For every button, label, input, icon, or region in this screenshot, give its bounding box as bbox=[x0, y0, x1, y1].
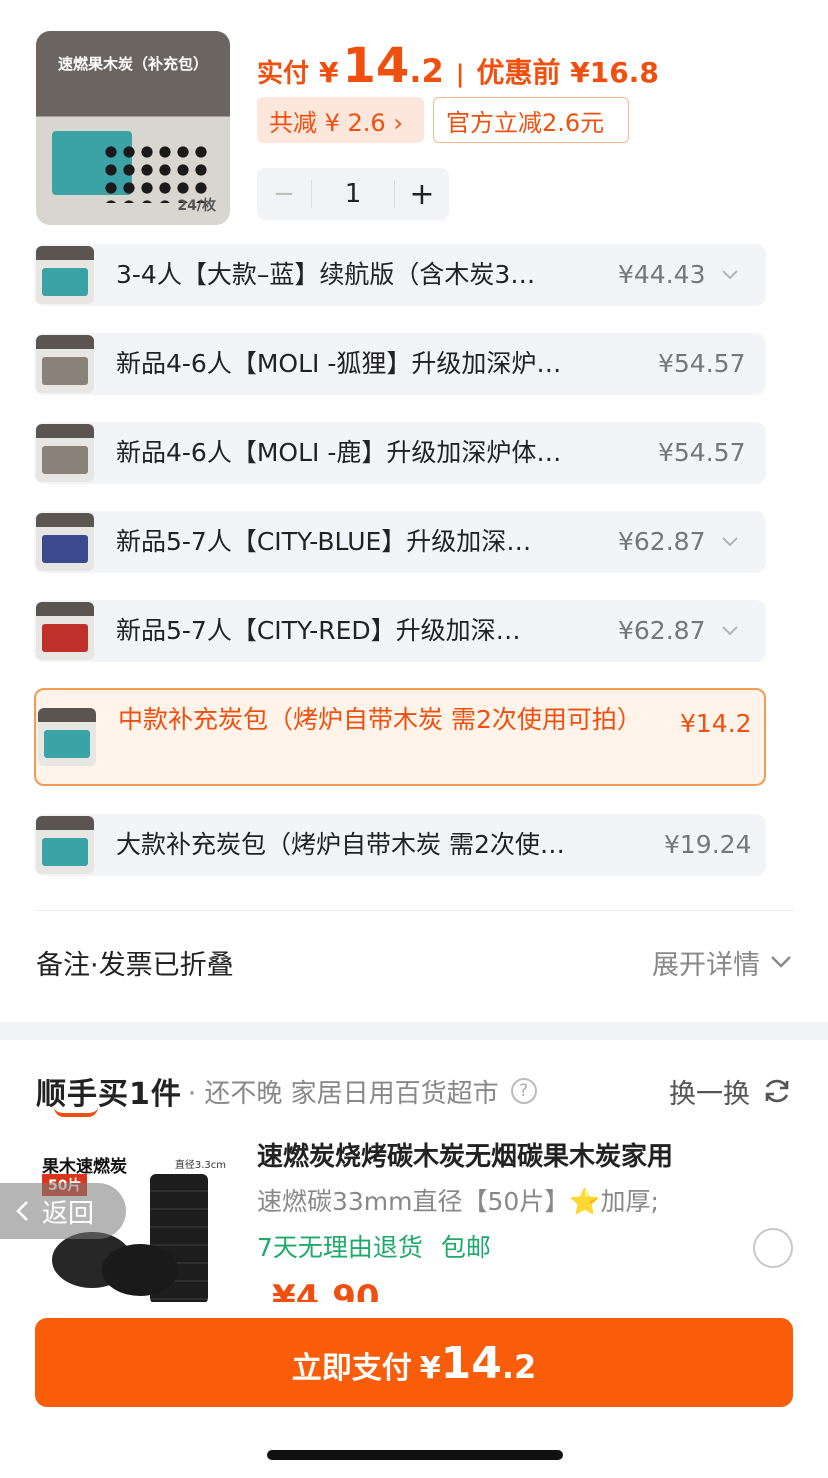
variant-price: ¥19.24 bbox=[664, 830, 752, 859]
back-button[interactable]: 返回 bbox=[0, 1183, 126, 1239]
pay-now-label: 立即支付 bbox=[291, 1351, 412, 1386]
variant-thumbnail bbox=[36, 816, 94, 874]
price-decimal: .2 bbox=[409, 52, 444, 90]
pay-price-integer: 14 bbox=[440, 1338, 502, 1389]
price-separator: | bbox=[455, 60, 465, 88]
variant-name: 中款补充炭包（烤炉自带木炭 需2次使用可拍） bbox=[118, 705, 642, 734]
notes-label: 备注·发票已折叠 bbox=[36, 949, 234, 981]
variant-name: 新品4-6人【MOLI -狐狸】升级加深炉… bbox=[116, 349, 562, 378]
variant-name: 新品4-6人【MOLI -鹿】升级加深炉体… bbox=[116, 438, 562, 467]
help-icon[interactable]: ? bbox=[510, 1078, 537, 1104]
variant-price: ¥62.87 bbox=[618, 527, 706, 556]
quantity-stepper: − 1 + bbox=[257, 168, 449, 220]
thumbnail-title: 速燃果木炭（补充包） bbox=[57, 55, 208, 73]
expand-details-button[interactable]: 展开详情 bbox=[652, 943, 792, 982]
chevron-down-icon[interactable] bbox=[720, 264, 740, 284]
variant-name: 大款补充炭包（烤炉自带木炭 需2次使… bbox=[116, 830, 565, 859]
chevron-down-icon[interactable] bbox=[720, 620, 740, 640]
variant-option[interactable]: 新品5-7人【CITY-BLUE】升级加深… ¥62.87 bbox=[34, 511, 766, 573]
variant-option[interactable]: 新品5-7人【CITY-RED】升级加深… ¥62.87 bbox=[34, 600, 766, 662]
official-discount-chip: 官方立减2.6元 bbox=[433, 97, 629, 143]
variant-thumbnail bbox=[38, 708, 96, 766]
recommend-price: ¥4.90 bbox=[272, 1278, 380, 1302]
tag-free-shipping: 包邮 bbox=[440, 1233, 491, 1262]
charcoal-disc-graphic bbox=[102, 1244, 178, 1296]
thumbnail-charcoal-graphic bbox=[102, 143, 212, 203]
variant-price: ¥44.43 bbox=[618, 260, 706, 289]
recommend-title[interactable]: 速燃炭烧烤碳木炭无烟碳果木炭家用 bbox=[257, 1136, 673, 1173]
variant-name: 3-4人【大款–蓝】续航版（含木炭3… bbox=[116, 260, 536, 289]
product-header: 速燃果木炭（补充包） 24/枚 实付 ¥ 14 .2 | 优惠前 ¥16.8 共… bbox=[0, 0, 828, 238]
swap-label: 换一换 bbox=[669, 1078, 750, 1110]
pay-now-button[interactable]: 立即支付 ¥ 14 .2 bbox=[35, 1318, 793, 1407]
variant-thumbnail bbox=[36, 335, 94, 393]
quantity-value[interactable]: 1 bbox=[311, 180, 395, 208]
product-thumbnail[interactable]: 速燃果木炭（补充包） 24/枚 bbox=[36, 31, 230, 225]
swap-button[interactable]: 换一换 bbox=[669, 1072, 792, 1111]
variant-option-selected[interactable]: 中款补充炭包（烤炉自带木炭 需2次使用可拍） ¥14.2 bbox=[34, 688, 766, 786]
recommend-subtitle: · 还不晚 家居日用百货超市 bbox=[187, 1078, 499, 1109]
variant-price: ¥14.2 bbox=[680, 709, 752, 738]
pay-label: 实付 bbox=[257, 59, 310, 89]
original-price: 优惠前 ¥16.8 bbox=[476, 56, 659, 89]
price-row: 实付 ¥ 14 .2 | 优惠前 ¥16.8 bbox=[257, 38, 659, 94]
tag-return-policy: 7天无理由退货 bbox=[257, 1233, 423, 1262]
recommend-brand: 顺手买1件 bbox=[36, 1069, 182, 1117]
variant-thumbnail bbox=[36, 513, 94, 571]
notes-invoice-row[interactable]: 备注·发票已折叠 展开详情 bbox=[36, 940, 792, 984]
currency-symbol: ¥ bbox=[319, 56, 339, 89]
chevron-down-icon bbox=[771, 956, 791, 968]
variant-price: ¥54.57 bbox=[658, 438, 746, 467]
select-radio[interactable] bbox=[753, 1228, 793, 1268]
home-indicator[interactable] bbox=[267, 1450, 563, 1460]
increase-button[interactable]: + bbox=[395, 177, 449, 212]
recommend-spec: 速燃碳33mm直径【50片】⭐加厚; bbox=[257, 1187, 659, 1216]
variant-thumbnail bbox=[36, 602, 94, 660]
variant-option[interactable]: 3-4人【大款–蓝】续航版（含木炭3… ¥44.43 bbox=[34, 244, 766, 306]
total-saving-chip[interactable]: 共减 ¥ 2.6 › bbox=[257, 97, 424, 143]
variant-thumbnail bbox=[36, 246, 94, 304]
price-integer: 14 bbox=[342, 38, 410, 94]
expand-details-label: 展开详情 bbox=[652, 949, 760, 981]
image-dimension-label: 直径3.3cm bbox=[174, 1160, 226, 1171]
recommend-header: 顺手买1件 · 还不晚 家居日用百货超市 ? 换一换 bbox=[36, 1068, 792, 1117]
section-divider bbox=[0, 1022, 828, 1040]
back-label: 返回 bbox=[42, 1198, 95, 1229]
pay-price-decimal: .2 bbox=[501, 1348, 537, 1386]
thumbnail-piece-count: 24/枚 bbox=[177, 198, 216, 214]
recommend-tags: 7天无理由退货 包邮 bbox=[257, 1228, 491, 1264]
variant-name: 新品5-7人【CITY-RED】升级加深… bbox=[116, 616, 521, 645]
chevron-left-icon bbox=[16, 1201, 28, 1221]
variant-price: ¥62.87 bbox=[618, 616, 706, 645]
variant-thumbnail bbox=[36, 424, 94, 482]
variant-option[interactable]: 新品4-6人【MOLI -狐狸】升级加深炉… ¥54.57 bbox=[34, 333, 766, 395]
variant-price: ¥54.57 bbox=[658, 349, 746, 378]
chevron-down-icon[interactable] bbox=[720, 531, 740, 551]
variant-option[interactable]: 大款补充炭包（烤炉自带木炭 需2次使… ¥19.24 bbox=[34, 814, 766, 876]
variant-option[interactable]: 新品4-6人【MOLI -鹿】升级加深炉体… ¥54.57 bbox=[34, 422, 766, 484]
variant-name: 新品5-7人【CITY-BLUE】升级加深… bbox=[116, 527, 532, 556]
smile-logo-mark bbox=[54, 1107, 98, 1117]
refresh-icon bbox=[765, 1079, 789, 1103]
decrease-button[interactable]: − bbox=[257, 179, 311, 209]
pay-currency: ¥ bbox=[419, 1351, 441, 1386]
divider bbox=[34, 910, 794, 911]
